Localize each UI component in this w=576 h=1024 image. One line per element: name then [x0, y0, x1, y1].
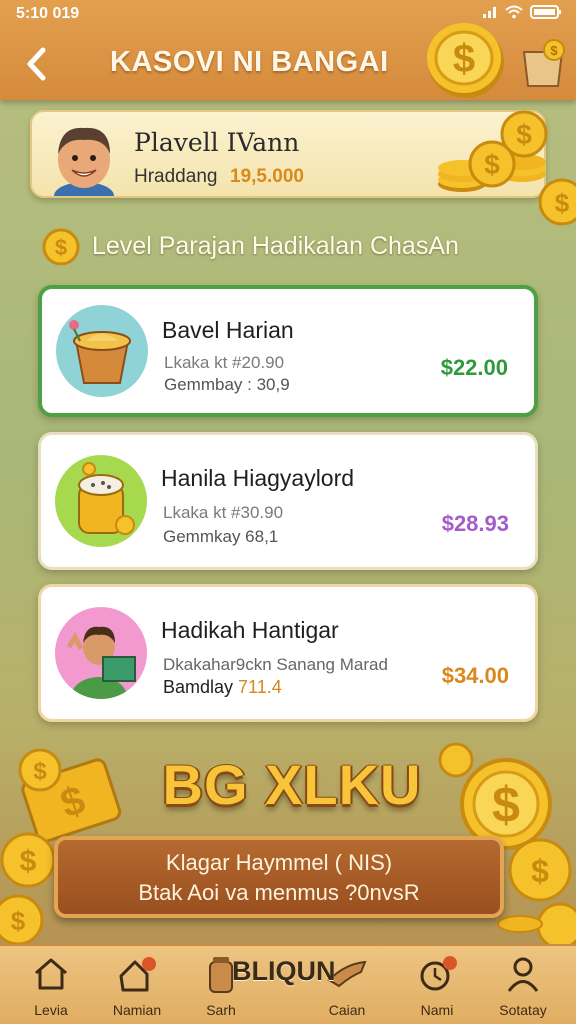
nav-label: Sarh [206, 1002, 236, 1018]
honey-pot-icon [56, 305, 148, 397]
svg-text:$: $ [550, 43, 558, 58]
svg-text:$: $ [11, 906, 26, 936]
back-button[interactable] [18, 44, 54, 84]
svg-text:$: $ [531, 853, 549, 889]
page-title: KASOVI NI BANGAI [110, 46, 389, 78]
svg-text:$: $ [453, 37, 475, 81]
level-card[interactable]: Bavel Harian Lkaka kt #20.90 Gemmbay : 3… [38, 285, 538, 417]
avatar [46, 116, 122, 210]
level-card[interactable]: Hanila Hiagyaylord Lkaka kt #30.90 Gemmk… [38, 432, 538, 570]
nav-center-label[interactable]: BLIQUN [232, 956, 336, 987]
level-detail: Gemmkay 68,1 [163, 527, 279, 546]
level-detail: Gemmbay : 30,9 [164, 375, 290, 394]
level-name: Hadikah Hantigar [161, 617, 339, 643]
level-detail: Dkakahar9ckn Sanang Marad [163, 655, 388, 674]
svg-text:$: $ [516, 119, 532, 150]
app-header: 5:10 019 KASOVI NI BANGAI $ $ [0, 0, 576, 100]
alarm-icon [420, 956, 457, 991]
level-detail: Lkaka kt #20.90 [164, 353, 285, 372]
signal-icon [483, 7, 496, 18]
coin-icon: $ [424, 20, 508, 105]
level-detail: Lkaka kt #30.90 [163, 503, 284, 522]
svg-text:$: $ [484, 149, 500, 180]
balance-value: 19,5.000 [230, 166, 304, 187]
level-detail: Bamdlay 711.4 [163, 677, 282, 698]
wallet-icon[interactable]: $ [518, 38, 570, 95]
coin-icon: $ [42, 228, 80, 271]
status-icons [482, 4, 562, 20]
svg-text:$: $ [20, 845, 37, 878]
nav-item-sotatay[interactable]: Sotatay [478, 952, 568, 1018]
nav-label: Nami [420, 1002, 454, 1018]
profile-name: Plavell IVann [134, 128, 300, 157]
nav-label: Sotatay [499, 1002, 547, 1018]
user-icon [507, 957, 539, 992]
bonus-line: Klagar Haymmel ( NIS) [165, 850, 393, 875]
nav-item-nami[interactable]: Nami [392, 952, 482, 1018]
reader-avatar-icon [55, 607, 147, 699]
nav-label: Namian [112, 1002, 162, 1018]
bonus-title: BG XLKU [162, 753, 422, 816]
svg-text:$: $ [33, 758, 47, 785]
home-icon [35, 958, 67, 990]
status-time: 5:10 019 [16, 5, 80, 22]
nav-label: Caian [328, 1002, 366, 1018]
svg-text:$: $ [55, 235, 67, 260]
wifi-icon [505, 5, 523, 19]
level-detail-value: 711.4 [238, 677, 282, 697]
level-name: Bavel Harian [162, 317, 294, 343]
chevron-left-icon [27, 47, 46, 81]
coin-icon: $ [536, 178, 576, 239]
bonus-banner[interactable]: Klagar Haymmel ( NIS) Btak Aoi va menmus… [54, 836, 504, 918]
balance-label: Hraddang [134, 166, 218, 187]
level-price: $28.93 [441, 511, 509, 536]
svg-text:$: $ [492, 777, 520, 833]
bonus-line: Btak Aoi va menmus ?0nvsR [138, 880, 420, 905]
battery-icon [530, 5, 561, 19]
coin-stack-icon: $ $ [432, 104, 552, 205]
svg-text:$: $ [555, 188, 570, 218]
level-price: $34.00 [441, 663, 509, 688]
nav-item-namian[interactable]: Namian [92, 952, 182, 1018]
level-name: Hanila Hiagyaylord [161, 465, 355, 491]
section-title: Level Parajan Hadikalan ChasAn [92, 232, 459, 260]
profile-card[interactable]: Plavell IVann Hraddang 19,5.000 $ $ [30, 110, 548, 210]
nav-item-levia[interactable]: Levia [6, 952, 96, 1018]
honey-jar-icon [55, 455, 147, 547]
level-price: $22.00 [440, 355, 508, 380]
nav-label: Levia [34, 1002, 68, 1018]
level-detail-label: Bamdlay [163, 677, 234, 697]
house-badge-icon [119, 957, 156, 992]
level-card[interactable]: Hadikah Hantigar Dkakahar9ckn Sanang Mar… [38, 584, 538, 722]
